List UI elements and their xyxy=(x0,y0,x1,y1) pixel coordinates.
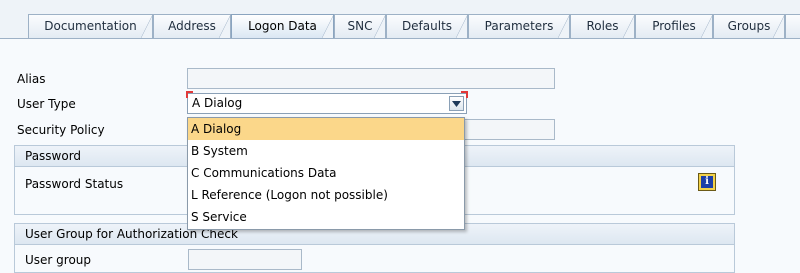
security-policy-label: Security Policy xyxy=(17,123,105,137)
user-type-select[interactable]: A Dialog xyxy=(186,91,468,114)
user-group-box: User Group for Authorization Check xyxy=(14,223,735,273)
info-icon[interactable]: i xyxy=(698,173,716,191)
tab-more[interactable] xyxy=(785,14,800,38)
user-type-dropdown-list: A Dialog B System C Communications Data … xyxy=(187,117,465,230)
tab-defaults[interactable]: Defaults xyxy=(386,14,468,38)
required-marker-left xyxy=(186,91,193,98)
alias-field[interactable] xyxy=(187,68,555,89)
dropdown-option-reference[interactable]: L Reference (Logon not possible) xyxy=(188,184,464,206)
dropdown-option-communications-data[interactable]: C Communications Data xyxy=(188,162,464,184)
tab-groups[interactable]: Groups xyxy=(713,14,785,38)
tab-documentation[interactable]: Documentation xyxy=(28,14,153,38)
user-group-field[interactable] xyxy=(188,249,302,270)
dropdown-option-service[interactable]: S Service xyxy=(188,206,464,228)
user-group-label: User group xyxy=(25,253,92,267)
dropdown-option-system[interactable]: B System xyxy=(188,140,464,162)
dropdown-option-dialog[interactable]: A Dialog xyxy=(188,118,464,140)
tab-snc[interactable]: SNC xyxy=(334,14,386,38)
tab-profiles[interactable]: Profiles xyxy=(635,14,713,38)
alias-label: Alias xyxy=(17,72,46,86)
tab-roles[interactable]: Roles xyxy=(570,14,635,38)
tab-parameters[interactable]: Parameters xyxy=(468,14,570,38)
password-status-label: Password Status xyxy=(25,177,124,191)
tab-logon-data[interactable]: Logon Data xyxy=(231,14,334,38)
chevron-down-icon[interactable] xyxy=(449,96,464,111)
tab-address[interactable]: Address xyxy=(153,14,231,38)
tab-strip: Documentation Address Logon Data SNC Def… xyxy=(0,0,800,39)
user-type-value: A Dialog xyxy=(192,96,243,110)
user-type-label: User Type xyxy=(17,97,76,111)
